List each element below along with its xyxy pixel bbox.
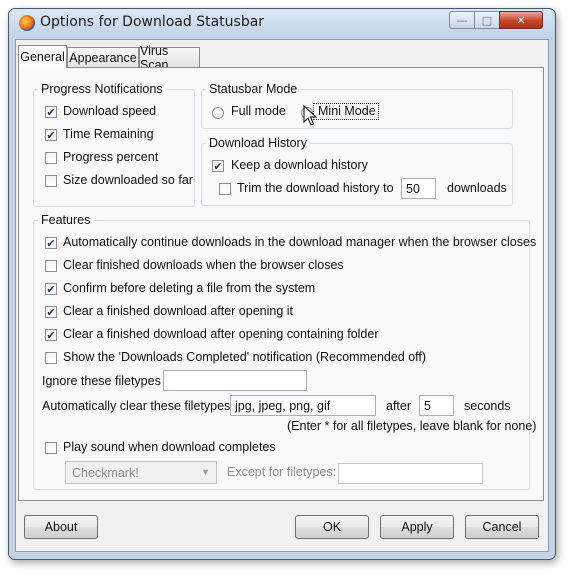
apply-button[interactable]: Apply	[380, 515, 454, 539]
clear-seconds-input[interactable]: 5	[419, 395, 454, 416]
download-history-group	[201, 143, 513, 206]
time-remaining-checkbox[interactable]: ✔	[45, 129, 57, 141]
ignore-filetypes-input[interactable]	[163, 370, 307, 391]
downloads-label: downloads	[447, 181, 507, 195]
keep-history-checkbox[interactable]: ✔	[212, 160, 224, 172]
clear-after-folder-label[interactable]: Clear a finished download after opening …	[63, 327, 379, 341]
full-mode-label[interactable]: Full mode	[231, 104, 286, 118]
ignore-filetypes-label: Ignore these filetypes	[42, 374, 161, 388]
ok-button[interactable]: OK	[295, 515, 369, 539]
auto-clear-filetypes-label: Automatically clear these filetypes	[42, 399, 231, 413]
maximize-button[interactable]: □	[474, 11, 500, 29]
show-completed-notification-label[interactable]: Show the 'Downloads Completed' notificat…	[63, 350, 426, 364]
window-title: Options for Download Statusbar	[40, 14, 265, 30]
download-history-legend: Download History	[206, 136, 310, 150]
auto-continue-label[interactable]: Automatically continue downloads in the …	[63, 235, 536, 249]
download-speed-label[interactable]: Download speed	[63, 104, 156, 118]
minimize-button[interactable]: —	[449, 11, 475, 29]
progress-notifications-legend: Progress Notifications	[38, 82, 166, 96]
full-mode-radio[interactable]	[212, 107, 224, 119]
clear-on-close-checkbox[interactable]	[45, 260, 57, 272]
filetypes-hint: (Enter * for all filetypes, leave blank …	[287, 419, 537, 433]
trim-history-label[interactable]: Trim the download history to	[237, 181, 394, 195]
focus-rectangle	[313, 103, 379, 120]
tab-appearance[interactable]: Appearance	[67, 47, 139, 67]
after-label: after	[386, 399, 412, 413]
cancel-button[interactable]: Cancel	[465, 515, 539, 539]
tab-general[interactable]: General	[18, 45, 67, 68]
sound-select[interactable]: Checkmark! ▼	[65, 461, 217, 484]
download-speed-checkbox[interactable]: ✔	[45, 106, 57, 118]
time-remaining-label[interactable]: Time Remaining	[63, 127, 154, 141]
except-filetypes-label: Except for filetypes:	[227, 465, 337, 479]
tab-virus-scan[interactable]: Virus Scan	[139, 44, 200, 72]
keep-history-label[interactable]: Keep a download history	[231, 158, 368, 172]
seconds-label: seconds	[464, 399, 511, 413]
clear-after-folder-checkbox[interactable]: ✔	[45, 329, 57, 341]
clear-after-open-checkbox[interactable]: ✔	[45, 306, 57, 318]
size-downloaded-checkbox[interactable]	[45, 175, 57, 187]
firefox-icon	[19, 15, 35, 31]
confirm-delete-checkbox[interactable]: ✔	[45, 283, 57, 295]
clear-after-open-label[interactable]: Clear a finished download after opening …	[63, 304, 293, 318]
except-filetypes-input[interactable]	[338, 463, 483, 484]
show-completed-notification-checkbox[interactable]	[45, 352, 57, 364]
play-sound-checkbox[interactable]	[45, 442, 57, 454]
sound-select-value: Checkmark!	[72, 465, 139, 480]
close-button[interactable]: ✕	[499, 11, 543, 29]
trim-history-checkbox[interactable]	[219, 183, 231, 195]
auto-continue-checkbox[interactable]: ✔	[45, 237, 57, 249]
play-sound-label[interactable]: Play sound when download completes	[63, 440, 276, 454]
progress-percent-label[interactable]: Progress percent	[63, 150, 158, 164]
chevron-down-icon: ▼	[201, 467, 210, 477]
statusbar-mode-legend: Statusbar Mode	[206, 82, 301, 96]
auto-clear-filetypes-input[interactable]: jpg, jpeg, png, gif	[230, 395, 376, 416]
confirm-delete-label[interactable]: Confirm before deleting a file from the …	[63, 281, 315, 295]
about-button[interactable]: About	[24, 515, 98, 539]
mouse-pointer-icon	[303, 105, 317, 126]
trim-count-input[interactable]: 50	[401, 178, 436, 199]
size-downloaded-label[interactable]: Size downloaded so far	[63, 173, 193, 187]
features-legend: Features	[38, 213, 94, 227]
clear-on-close-label[interactable]: Clear finished downloads when the browse…	[63, 258, 344, 272]
progress-percent-checkbox[interactable]	[45, 152, 57, 164]
